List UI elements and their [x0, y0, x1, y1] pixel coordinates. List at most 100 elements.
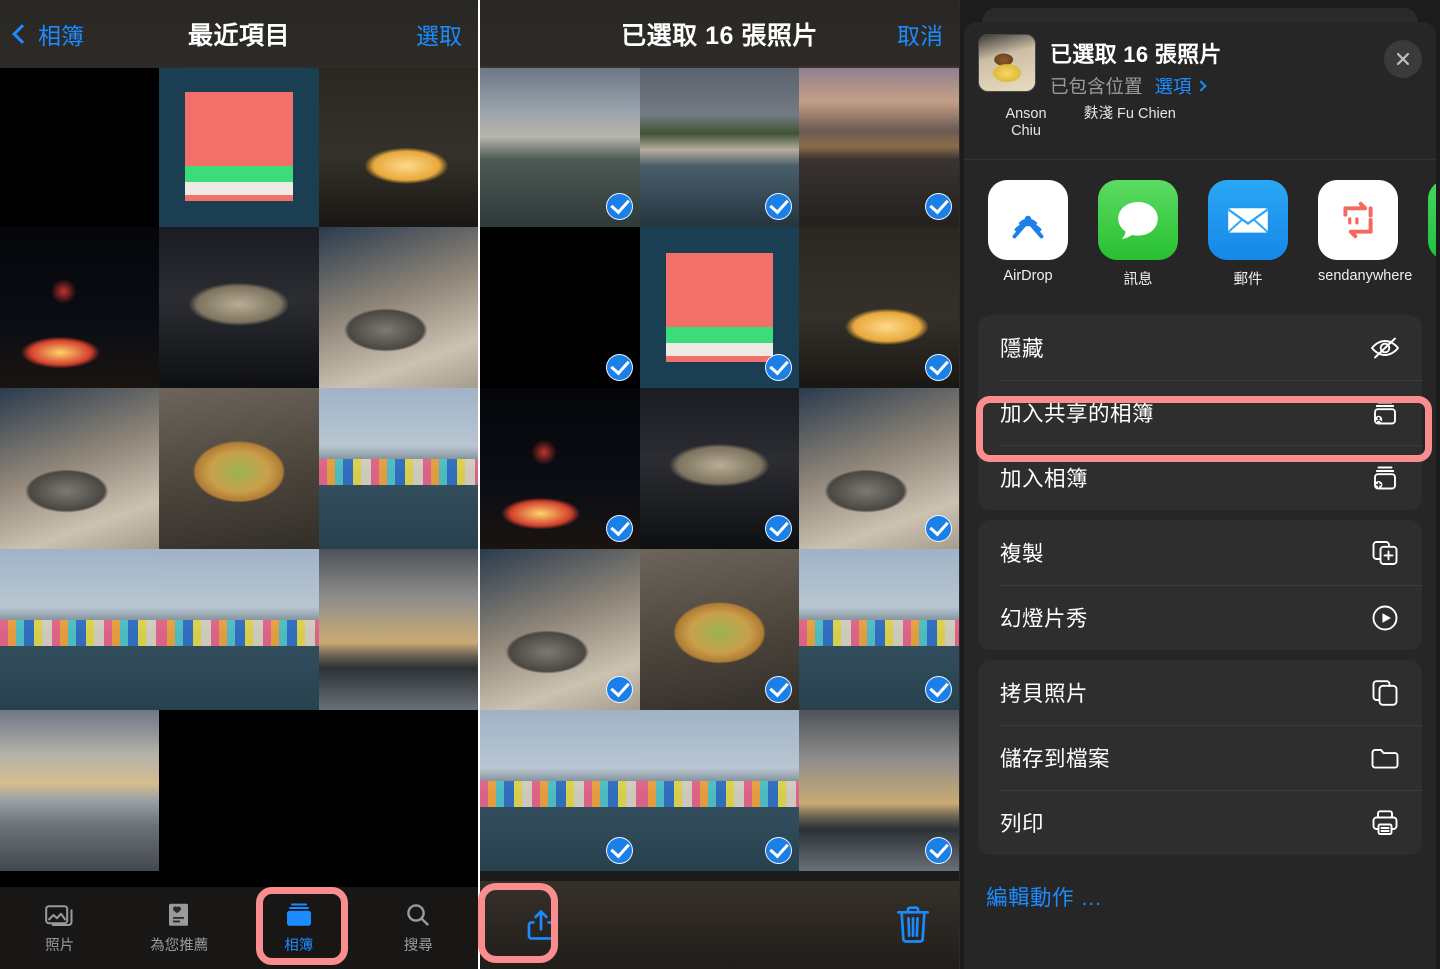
photos-selection-panel: 已選取 16 張照片 取消 — [480, 0, 959, 969]
action-row-duplicate[interactable]: 複製 — [978, 520, 1422, 585]
photo-thumbnail[interactable] — [639, 388, 800, 549]
photo-thumbnail[interactable] — [318, 549, 478, 710]
whatsapp-icon — [1428, 180, 1436, 260]
close-button[interactable] — [1384, 40, 1422, 78]
cancel-button[interactable]: 取消 — [897, 17, 943, 51]
options-label: 選項 — [1154, 76, 1192, 97]
tab-search[interactable]: 搜尋 — [359, 902, 479, 955]
photo-thumbnail[interactable] — [799, 388, 959, 549]
share-app-訊息[interactable]: 訊息 — [1098, 180, 1178, 289]
selection-toolbar — [480, 881, 959, 969]
photo-thumbnail[interactable] — [799, 227, 959, 388]
photo-thumbnail[interactable] — [318, 66, 478, 227]
photo-image — [159, 549, 319, 710]
edit-actions-button[interactable]: 編輯動作 … — [964, 855, 1436, 912]
photo-thumbnail[interactable] — [639, 66, 800, 227]
photo-thumbnail[interactable] — [0, 227, 160, 388]
photo-thumbnail[interactable] — [159, 549, 319, 710]
selected-checkmark-icon[interactable] — [605, 193, 633, 220]
selected-checkmark-icon[interactable] — [924, 515, 952, 542]
share-button[interactable] — [510, 893, 572, 957]
photos-icon — [44, 902, 75, 928]
photo-thumbnail[interactable] — [0, 710, 160, 871]
share-sheet: 已選取 16 張照片 已包含位置 選項 Anson Chiu 麩淺 Fu Chi… — [964, 22, 1436, 969]
photo-image — [0, 66, 159, 227]
action-row-slideshow[interactable]: 幻燈片秀 — [978, 585, 1422, 650]
for-you-icon — [164, 902, 194, 928]
tab-label: 為您推薦 — [150, 937, 209, 954]
action-label: 加入共享的相簿 — [1000, 402, 1155, 426]
action-label: 列印 — [1000, 812, 1045, 836]
photo-thumbnail[interactable] — [159, 388, 319, 549]
tab-for-you[interactable]: 為您推薦 — [120, 902, 240, 955]
delete-button[interactable] — [893, 903, 933, 947]
action-row-copy-photos[interactable]: 拷貝照片 — [978, 660, 1422, 725]
photo-thumbnail[interactable] — [318, 227, 478, 388]
mail-icon — [1208, 180, 1288, 260]
photo-thumbnail[interactable] — [480, 549, 640, 710]
folder-icon — [1368, 741, 1402, 775]
photo-thumbnail[interactable] — [480, 710, 640, 871]
photo-thumbnail[interactable] — [639, 549, 800, 710]
selected-checkmark-icon[interactable] — [924, 193, 952, 220]
action-row-shared-album[interactable]: 加入共享的相簿 — [978, 380, 1422, 445]
share-app-more[interactable] — [1428, 180, 1436, 289]
back-to-albums-button[interactable]: 相簿 — [12, 17, 84, 51]
photo-thumbnail[interactable] — [480, 388, 640, 549]
photo-image — [159, 66, 319, 227]
tab-albums[interactable]: 相簿 — [239, 902, 359, 955]
action-row-add-album[interactable]: 加入相簿 — [978, 445, 1422, 510]
select-button[interactable]: 選取 — [416, 17, 462, 51]
action-group-3: 拷貝照片 儲存到檔案列印 — [978, 660, 1422, 855]
tab-label: 照片 — [45, 937, 75, 954]
selected-checkmark-icon[interactable] — [924, 354, 952, 381]
bottom-tab-bar: 照片 為您推薦 相簿 搜尋 — [0, 887, 478, 969]
selection-count-title: 已選取 16 張照片 — [621, 22, 818, 50]
share-app-label: AirDrop — [1003, 268, 1053, 284]
photo-image — [0, 227, 160, 388]
tab-label: 搜尋 — [403, 937, 433, 954]
tab-photos[interactable]: 照片 — [0, 902, 120, 955]
selected-checkmark-icon[interactable] — [605, 515, 633, 542]
photo-thumbnail[interactable] — [480, 227, 640, 388]
share-sheet-title: 已選取 16 張照片 — [1050, 42, 1222, 67]
photo-thumbnail[interactable] — [318, 710, 478, 871]
photo-thumbnail[interactable] — [159, 227, 319, 388]
action-row-folder[interactable]: 儲存到檔案 — [978, 725, 1422, 790]
airdrop-icon — [988, 180, 1068, 260]
selected-checkmark-icon[interactable] — [924, 676, 952, 703]
selected-checkmark-icon[interactable] — [924, 837, 952, 864]
airdrop-contact[interactable]: 麩淺 Fu Chien — [1084, 106, 1234, 123]
photo-thumbnail[interactable] — [159, 710, 319, 871]
selected-checkmark-icon[interactable] — [605, 837, 633, 864]
duplicate-icon — [1368, 536, 1402, 570]
photo-thumbnail[interactable] — [639, 710, 800, 871]
photo-thumbnail[interactable] — [318, 388, 478, 549]
close-icon — [1396, 52, 1410, 66]
airdrop-contacts-row: Anson Chiu 麩淺 Fu Chien — [964, 102, 1436, 160]
tab-label: 相簿 — [284, 937, 314, 954]
share-app-郵件[interactable]: 郵件 — [1208, 180, 1288, 289]
action-row-eye-slash[interactable]: 隱藏 — [978, 315, 1422, 380]
photo-thumbnail[interactable] — [799, 710, 959, 871]
options-button[interactable]: 選項 — [1154, 73, 1207, 99]
photo-thumbnail[interactable] — [799, 66, 959, 227]
share-app-AirDrop[interactable]: AirDrop — [988, 180, 1068, 289]
share-icon — [527, 910, 555, 940]
selected-checkmark-icon[interactable] — [605, 676, 633, 703]
share-action-groups: 隱藏加入共享的相簿加入相簿複製 幻燈片秀拷貝照片 儲存到檔案列印 — [964, 315, 1436, 855]
photo-thumbnail[interactable] — [0, 66, 160, 227]
selected-checkmark-icon[interactable] — [605, 354, 633, 381]
photo-thumbnail[interactable] — [480, 66, 640, 227]
share-app-sendanywhere[interactable]: sendanywhere — [1318, 180, 1412, 289]
action-row-printer[interactable]: 列印 — [978, 790, 1422, 855]
photo-thumbnail[interactable] — [799, 549, 959, 710]
screenshot-root: 相簿 最近項目 選取 照片 為您推薦 相簿 搜尋 已選取 16 張照片 取消 已… — [0, 0, 1440, 969]
photo-thumbnail[interactable] — [639, 227, 800, 388]
airdrop-contact[interactable]: Anson Chiu — [990, 106, 1062, 140]
photo-thumbnail[interactable] — [0, 388, 160, 549]
photo-thumbnail[interactable] — [159, 66, 319, 227]
chevron-left-icon — [12, 24, 32, 44]
page-title: 最近項目 — [187, 22, 290, 50]
photo-thumbnail[interactable] — [0, 549, 160, 710]
